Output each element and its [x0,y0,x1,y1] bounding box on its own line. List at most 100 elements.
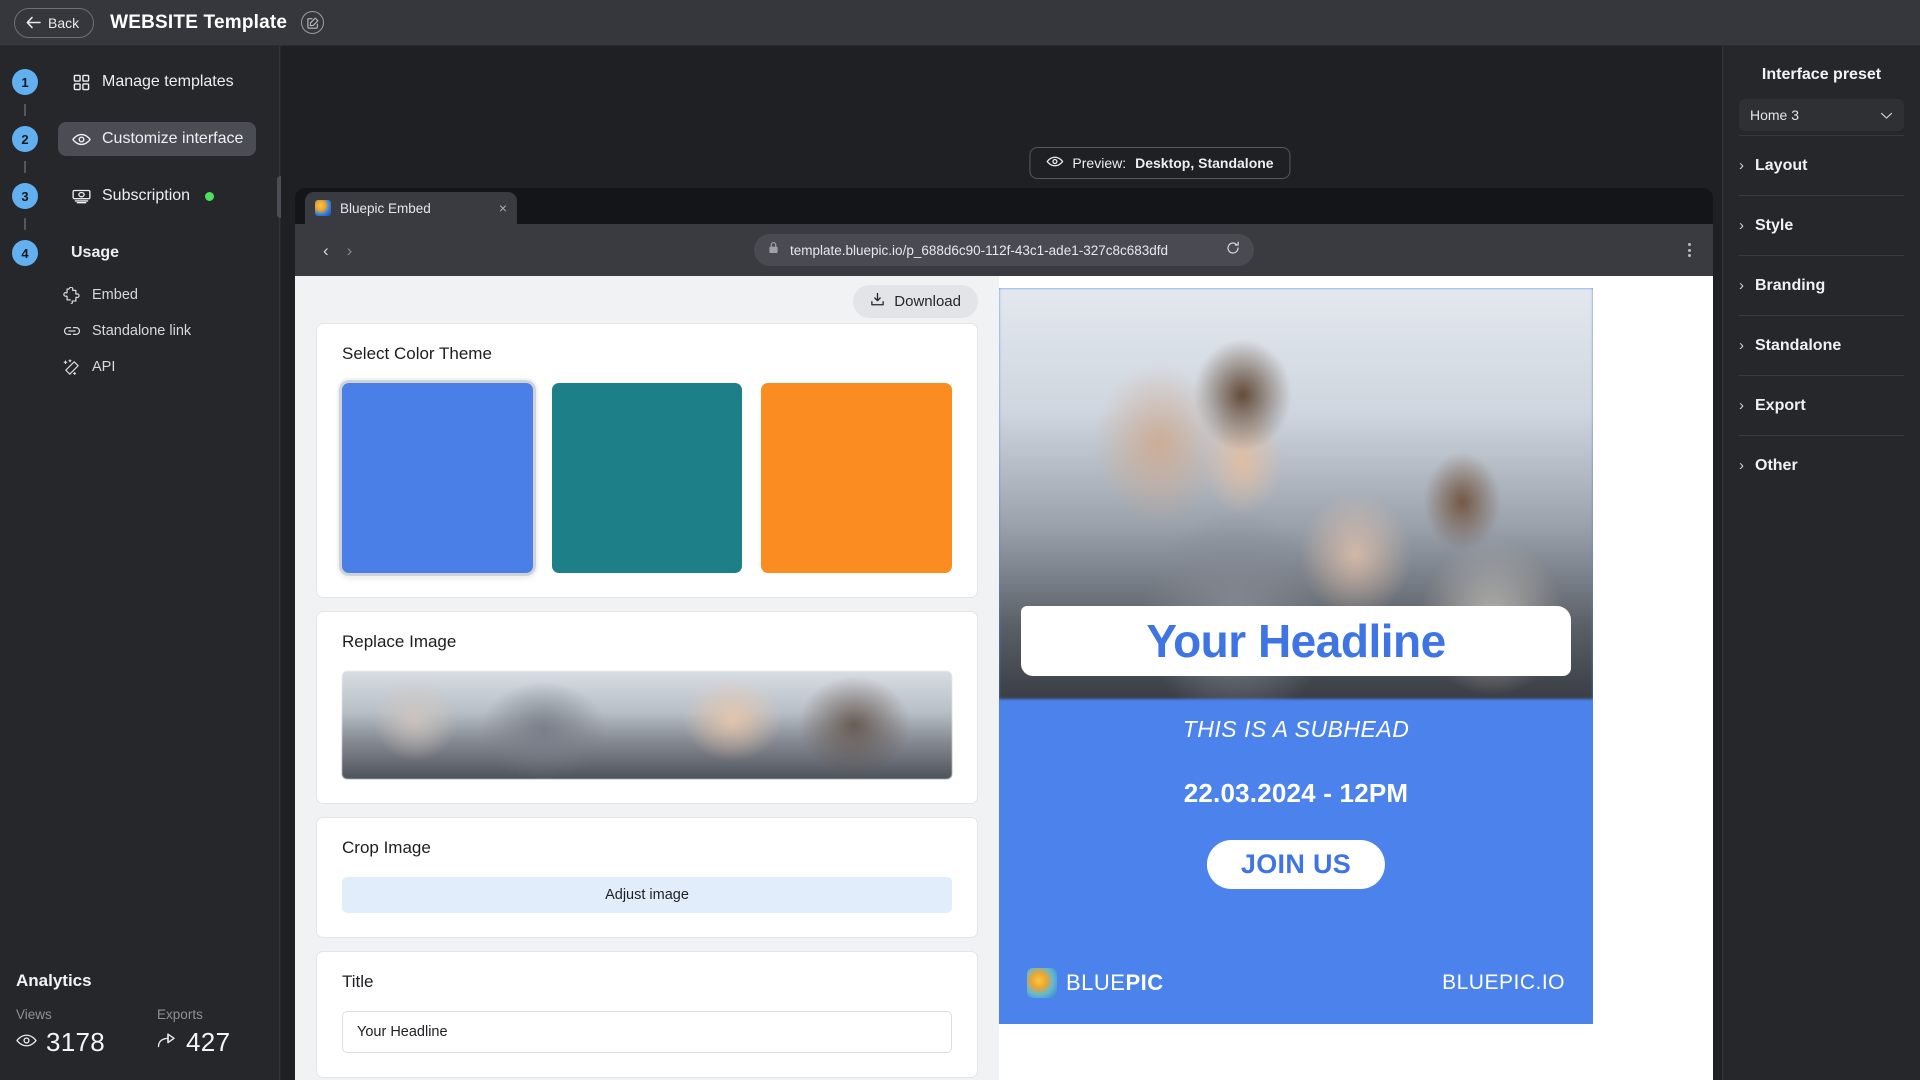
sidebar-item-subscription[interactable]: Subscription [58,179,227,213]
sidebar-item-label: Standalone link [92,323,191,339]
nav-back-icon[interactable]: ‹ [323,242,329,259]
browser-tabstrip: Bluepic Embed × [295,188,1713,224]
right-panel-section-style[interactable]: › Style [1739,195,1904,255]
metric-exports-label: Exports [157,1007,230,1022]
right-panel-section-export[interactable]: › Export [1739,375,1904,435]
analytics-title: Analytics [16,971,280,991]
right-panel-section-label: Standalone [1755,337,1841,355]
metric-views-value: 3178 [46,1027,105,1058]
interface-preset-value: Home 3 [1750,107,1799,123]
browser-tab[interactable]: Bluepic Embed × [305,192,517,224]
chevron-right-icon: › [1739,337,1744,354]
color-swatch-blue[interactable] [342,383,533,573]
step-row-1: 1 Manage templates [0,60,279,104]
sidebar-item-embed[interactable]: Embed [52,277,279,313]
preview-mode-pill[interactable]: Preview: Desktop, Standalone [1029,147,1290,179]
sidebar-item-customize-interface[interactable]: Customize interface [58,122,256,156]
chevron-right-icon: › [1739,157,1744,174]
analytics-section: Analytics Views 3178 Exports 427 [0,971,280,1058]
right-panel-section-label: Layout [1755,157,1807,175]
card-title: Title [342,972,952,992]
lock-icon [768,241,779,259]
url-text: template.bluepic.io/p_688d6c90-112f-43c1… [790,243,1215,258]
step-number-1: 1 [12,69,38,95]
title-input[interactable] [342,1011,952,1053]
color-swatch-orange[interactable] [761,383,952,573]
magic-wand-icon [62,358,81,377]
browser-mock: Bluepic Embed × ‹ › template.bluepic.io/… [295,188,1713,1080]
adjust-image-button[interactable]: Adjust image [342,877,952,913]
color-swatch-teal[interactable] [552,383,743,573]
download-icon [870,292,885,311]
kebab-menu-icon[interactable] [1688,243,1691,257]
card-select-color-theme: Select Color Theme [316,323,978,598]
preview-stage: Preview: Desktop, Standalone Bluepic Emb… [281,46,1722,1080]
puzzle-icon [62,286,81,305]
step-connector-1 [0,104,279,117]
banner-brand-url: BLUEPIC.IO [1442,971,1565,995]
edit-square-icon[interactable] [301,11,324,34]
eye-icon [1046,155,1063,171]
step-connector-3 [0,218,279,231]
metric-exports: Exports 427 [157,1007,230,1058]
banner-subhead: THIS IS A SUBHEAD [999,716,1593,743]
step-number-4: 4 [12,240,38,266]
sidebar-item-api[interactable]: API [52,349,279,385]
analytics-metrics: Views 3178 Exports 427 [16,1007,280,1058]
browser-viewport: Download Select Color Theme Replace Imag… [295,276,1713,1080]
right-panel-section-other[interactable]: › Other [1739,435,1904,495]
right-panel-section-layout[interactable]: › Layout [1739,135,1904,195]
arrow-left-icon [26,16,41,29]
sidebar-item-label: API [92,359,115,375]
banner-brand-name: BLUEPIC [1066,970,1164,996]
card-title: Replace Image [342,632,952,652]
close-icon[interactable]: × [499,201,507,215]
card-title-field: Title [316,951,978,1078]
banner-cta-button[interactable]: JOIN US [1207,840,1385,889]
step-list: 1 Manage templates 2 Customize interface… [0,46,279,385]
step-row-4: 4 Usage [0,231,279,275]
right-panel-section-label: Style [1755,217,1793,235]
preview-pill-prefix: Preview: [1072,155,1126,171]
right-panel: Interface preset Home 3 › Layout › Style… [1722,46,1920,1080]
card-replace-image: Replace Image [316,611,978,804]
chevron-right-icon: › [1739,397,1744,414]
download-button-label: Download [894,293,961,310]
banner-headline-block: Your Headline [1021,606,1571,676]
favicon-icon [315,200,331,216]
sidebar-item-label: Customize interface [102,130,243,148]
back-button[interactable]: Back [14,8,94,38]
interface-preset-select[interactable]: Home 3 [1739,99,1904,131]
sidebar-item-label: Manage templates [102,73,234,91]
sidebar-item-standalone-link[interactable]: Standalone link [52,313,279,349]
nav-forward-icon[interactable]: › [347,242,353,259]
right-panel-section-label: Branding [1755,277,1825,295]
sidebar-item-label: Usage [71,244,119,262]
right-panel-title: Interface preset [1739,66,1904,84]
step-number-3: 3 [12,183,38,209]
sidebar-item-label: Embed [92,287,138,303]
banner-canvas: Your Headline THIS IS A SUBHEAD 22.03.20… [999,288,1593,1024]
back-button-label: Back [48,15,79,31]
metric-views: Views 3178 [16,1007,105,1058]
page-title: WEBSITE Template [110,12,287,34]
preview-pill-value: Desktop, Standalone [1135,155,1273,171]
step-number-2: 2 [12,126,38,152]
step-row-2: 2 Customize interface [0,117,279,161]
download-button[interactable]: Download [853,285,978,318]
color-swatch-list [342,383,952,573]
sidebar-item-manage-templates[interactable]: Manage templates [58,65,247,99]
replace-image-thumbnail[interactable] [342,671,952,779]
banner-preview-panel: Your Headline THIS IS A SUBHEAD 22.03.20… [999,276,1713,1080]
card-title: Select Color Theme [342,344,952,364]
step-row-3: 3 Subscription [0,174,279,218]
right-panel-section-branding[interactable]: › Branding [1739,255,1904,315]
banner-headline: Your Headline [1146,614,1445,668]
url-input[interactable]: template.bluepic.io/p_688d6c90-112f-43c1… [754,234,1254,266]
right-panel-section-standalone[interactable]: › Standalone [1739,315,1904,375]
metric-views-label: Views [16,1007,105,1022]
metric-exports-value: 427 [186,1027,230,1058]
reload-icon[interactable] [1226,241,1240,260]
chevron-down-icon [1880,107,1893,123]
sidebar-item-usage[interactable]: Usage [58,237,132,269]
